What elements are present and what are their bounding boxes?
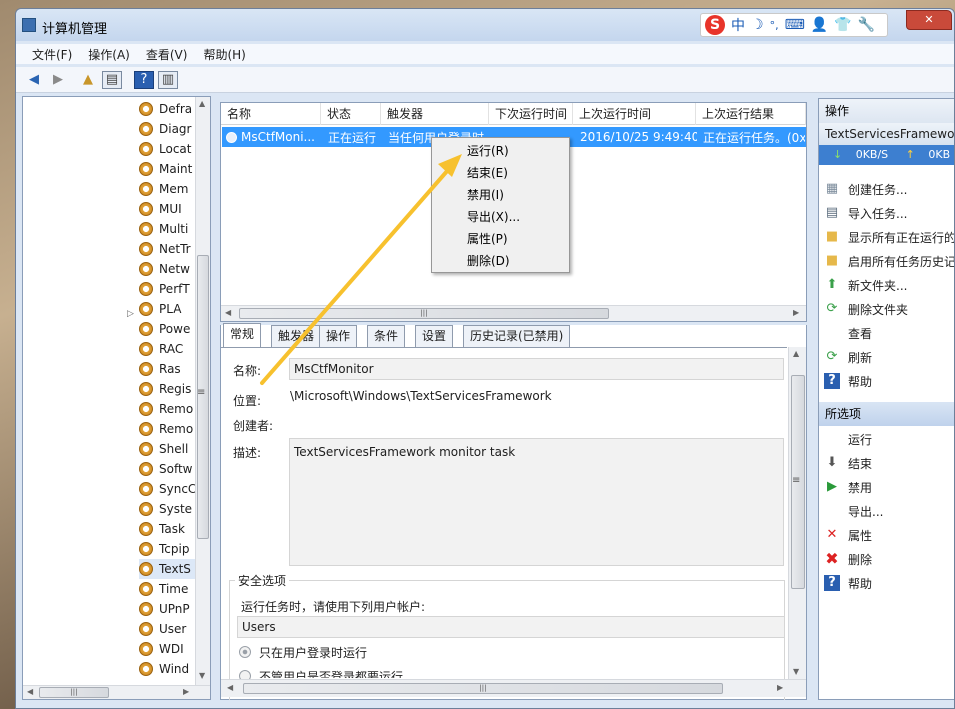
arrow-head: [438, 154, 462, 177]
arrow-shaft: [260, 168, 450, 385]
annotation-arrow: [260, 154, 462, 385]
